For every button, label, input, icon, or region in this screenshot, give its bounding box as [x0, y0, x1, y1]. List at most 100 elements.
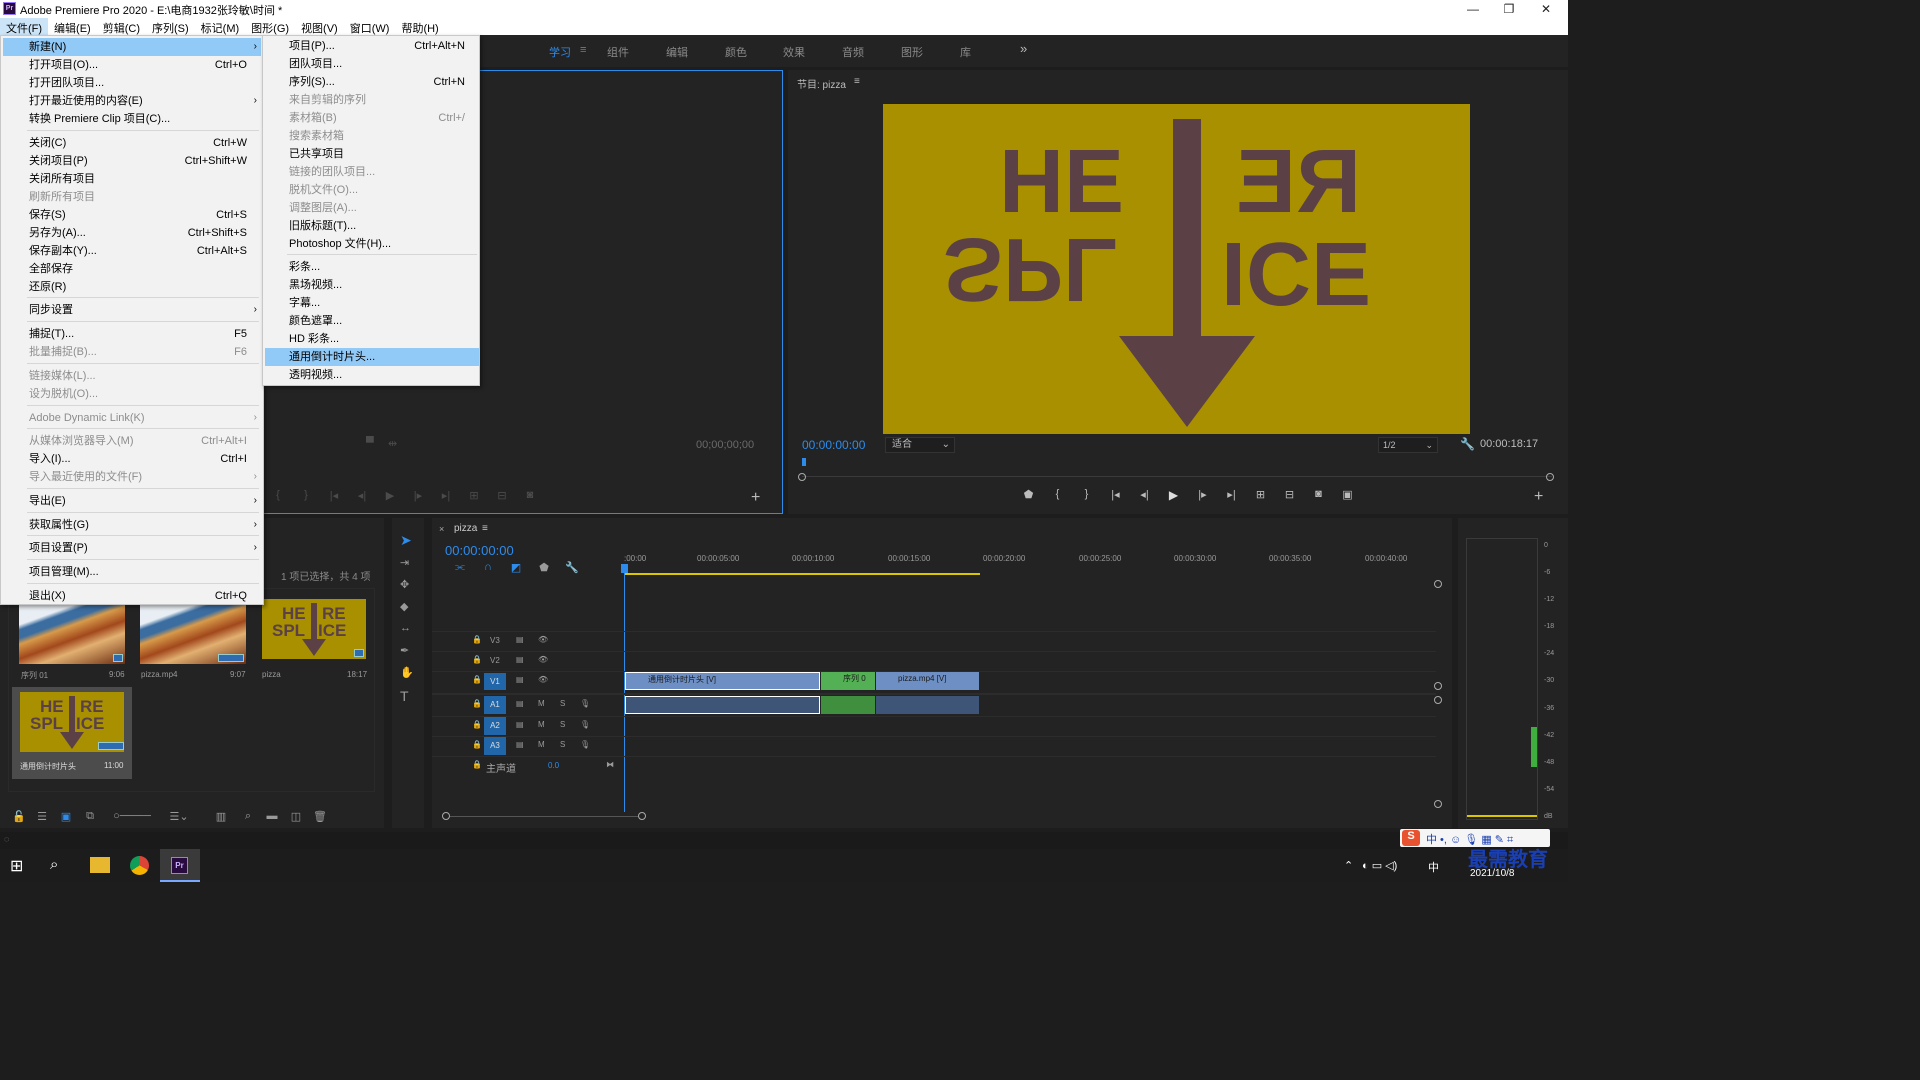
source-marker-icon[interactable]: ▀ — [366, 437, 374, 449]
timeline-tab-close-icon[interactable]: × — [439, 524, 444, 534]
file-menu-item[interactable]: 新建(N) › — [3, 38, 261, 56]
step-back-icon[interactable]: ◂| — [348, 489, 376, 509]
lock-icon[interactable]: 🔒 — [472, 720, 482, 729]
mark-out-icon[interactable]: } — [1072, 488, 1101, 508]
step-back-icon[interactable]: ◂| — [1130, 488, 1159, 508]
timeline-timecode[interactable]: 00:00:00:00 — [445, 543, 514, 558]
lock-icon[interactable]: 🔒 — [472, 655, 482, 664]
workspace-graphics[interactable]: 图形 — [901, 44, 923, 60]
film-icon[interactable]: ▤ — [516, 655, 524, 664]
source-add-button-icon[interactable]: + — [751, 489, 760, 507]
new-submenu-item[interactable]: HD 彩条... — [265, 330, 479, 348]
project-thumb-sequence01[interactable] — [19, 599, 125, 664]
pen-tool-icon[interactable]: ✒ — [400, 644, 409, 657]
new-submenu-item[interactable]: 颜色遮罩... — [265, 312, 479, 330]
premiere-taskbar-button[interactable]: Pr — [160, 849, 200, 882]
file-menu-item[interactable]: 另存为(A)... Ctrl+Shift+S — [3, 224, 261, 242]
menu-help[interactable]: 帮助(H) — [395, 18, 444, 35]
clip-sequence-audio[interactable] — [821, 696, 875, 714]
menu-clip[interactable]: 剪辑(C) — [97, 18, 146, 35]
menu-graphics[interactable]: 图形(G) — [245, 18, 295, 35]
lock-icon[interactable]: 🔓 — [8, 810, 30, 823]
workspace-menu-icon[interactable]: ≡ — [580, 44, 586, 56]
hscroll-bar[interactable] — [450, 816, 638, 817]
comparison-view-icon[interactable]: ▣ — [1333, 488, 1362, 508]
step-forward-icon[interactable]: |▸ — [1188, 488, 1217, 508]
program-timecode[interactable]: 00:00:00:00 — [802, 438, 865, 452]
mark-in-icon[interactable]: { — [1043, 488, 1072, 508]
file-menu-item[interactable]: 项目管理(M)... — [3, 563, 261, 581]
hscroll-left-handle[interactable] — [442, 812, 450, 820]
eye-icon[interactable]: 👁 — [538, 675, 548, 684]
lift-icon[interactable]: ⊞ — [1246, 488, 1275, 508]
file-menu-item[interactable]: 导入(I)... Ctrl+I — [3, 450, 261, 468]
camera-icon[interactable]: ◙ — [1304, 488, 1333, 508]
file-menu-item[interactable]: 转换 Premiere Clip 项目(C)... — [3, 110, 261, 128]
file-menu-item[interactable]: 打开团队项目... — [3, 74, 261, 92]
playhead-marker[interactable] — [802, 458, 806, 466]
mute-button[interactable]: M — [538, 699, 545, 708]
program-menu-icon[interactable]: ≡ — [854, 76, 860, 87]
workspace-libraries[interactable]: 库 — [960, 44, 971, 60]
file-menu-item[interactable]: 关闭项目(P) Ctrl+Shift+W — [3, 152, 261, 170]
ime-toolbar[interactable]: S 中 •, ☺ 🎙 ▦ ✎ ⌗ — [1400, 829, 1550, 847]
close-button[interactable]: ✕ — [1531, 1, 1561, 17]
linked-selection-icon[interactable]: ◩ — [502, 561, 530, 575]
icon-view-icon[interactable]: ▣ — [54, 810, 78, 823]
resolution-dropdown[interactable]: 1/2 ⌄ — [1378, 437, 1438, 453]
ime-toolbar-icons[interactable]: 中 •, ☺ 🎙 ▦ ✎ ⌗ — [1426, 831, 1513, 847]
solo-button[interactable]: S — [560, 720, 565, 729]
go-to-in-icon[interactable]: |◂ — [1101, 488, 1130, 508]
add-marker-icon[interactable]: ⬟ — [530, 561, 558, 575]
menu-edit[interactable]: 编辑(E) — [48, 18, 97, 35]
clip-countdown-video[interactable]: 通用倒计时片头 [V] — [625, 672, 820, 690]
timeline-ruler[interactable]: :00:00 00:00:05:00 00:00:10:00 00:00:15:… — [624, 552, 1436, 578]
file-menu-item[interactable]: 打开项目(O)... Ctrl+O — [3, 56, 261, 74]
bowtie-icon[interactable]: ⧓ — [606, 760, 614, 769]
menu-markers[interactable]: 标记(M) — [195, 18, 246, 35]
program-scrubber[interactable] — [802, 458, 1552, 478]
play-icon[interactable]: ▶ — [1159, 488, 1188, 508]
eye-icon[interactable]: 👁 — [538, 635, 548, 644]
master-volume[interactable]: 0.0 — [548, 761, 559, 770]
selection-tool-icon[interactable]: ➤ — [400, 532, 412, 549]
workspace-audio[interactable]: 音频 — [842, 44, 864, 60]
automate-icon[interactable]: ▥ — [206, 810, 236, 823]
track-label[interactable]: A2 — [484, 717, 506, 735]
go-to-out-icon[interactable]: ▸| — [1217, 488, 1246, 508]
menu-sequence[interactable]: 序列(S) — [146, 18, 195, 35]
nest-icon[interactable]: ⫘ — [446, 561, 474, 575]
file-menu-item[interactable]: 捕捉(T)... F5 — [3, 325, 261, 343]
vscroll-bottom-handle[interactable] — [1434, 800, 1442, 808]
microphone-icon[interactable]: 🎙 — [580, 740, 590, 749]
mute-button[interactable]: M — [538, 720, 545, 729]
track-label[interactable]: V3 — [490, 636, 500, 645]
solo-button[interactable]: S — [560, 699, 565, 708]
file-menu-item[interactable]: 打开最近使用的内容(E) › — [3, 92, 261, 110]
tray-up-icon[interactable]: ⌃ — [1344, 859, 1353, 872]
razor-tool-icon[interactable]: ◆ — [400, 600, 408, 613]
workspace-color[interactable]: 颜色 — [725, 44, 747, 60]
new-submenu-item[interactable]: 旧版标题(T)... — [265, 217, 479, 235]
playhead-handle[interactable] — [621, 564, 628, 573]
workspace-effects[interactable]: 效果 — [783, 44, 805, 60]
new-submenu-item[interactable]: 序列(S)... Ctrl+N — [265, 73, 479, 91]
timeline-menu-icon[interactable]: ≡ — [482, 523, 488, 534]
find-icon[interactable]: ⌕ — [236, 810, 260, 823]
file-menu-item[interactable]: 全部保存 — [3, 260, 261, 278]
track-label[interactable]: A3 — [484, 737, 506, 755]
menu-view[interactable]: 视图(V) — [295, 18, 344, 35]
project-thumb-pizza-mp4[interactable] — [140, 599, 246, 664]
snap-icon[interactable]: ∩ — [474, 561, 502, 575]
film-icon[interactable]: ▤ — [516, 720, 524, 729]
slip-tool-icon[interactable]: ↔ — [400, 622, 411, 634]
menu-window[interactable]: 窗口(W) — [344, 18, 396, 35]
fit-dropdown[interactable]: 适合 ⌄ — [885, 437, 955, 453]
hand-tool-icon[interactable]: ✋ — [400, 666, 414, 679]
zoom-slider[interactable]: ○──── — [102, 810, 162, 822]
mark-in-icon[interactable]: { — [264, 489, 292, 509]
solo-button[interactable]: S — [560, 740, 565, 749]
film-icon[interactable]: ▤ — [516, 675, 524, 684]
new-submenu-item[interactable]: 字幕... — [265, 294, 479, 312]
clip-sequence-video[interactable]: 序列 0 — [821, 672, 875, 690]
